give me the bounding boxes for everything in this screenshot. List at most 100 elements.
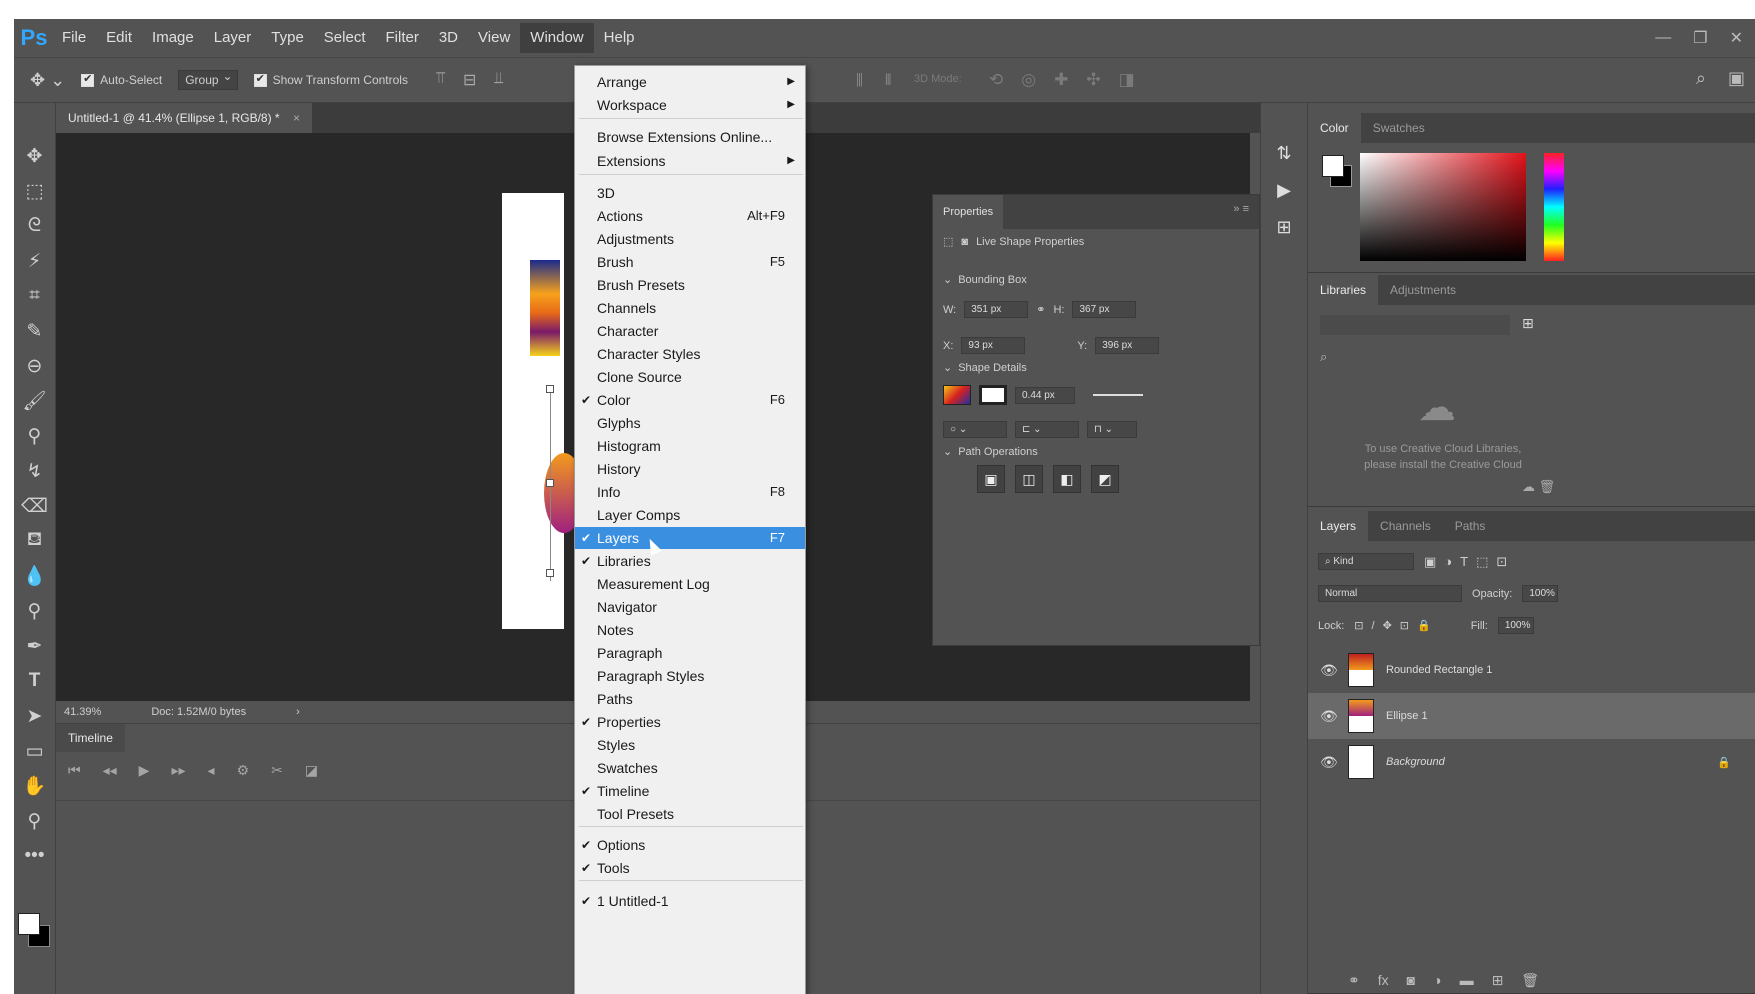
combine-shapes-icon[interactable]: ▣ — [977, 465, 1005, 493]
menu-item-info[interactable]: Info F8 — [575, 481, 805, 503]
lasso-icon[interactable]: ᘓ — [20, 215, 50, 237]
stroke-style-line[interactable] — [1093, 394, 1143, 396]
menu-item-clone-source[interactable]: Clone Source — [575, 366, 805, 388]
hue-slider[interactable] — [1544, 153, 1564, 261]
menu-item-adjustments[interactable]: Adjustments — [575, 228, 805, 250]
menu-item-history[interactable]: History — [575, 458, 805, 480]
brush-icon[interactable]: 🖌 — [20, 390, 50, 412]
menu-3d[interactable]: 3D — [429, 23, 468, 53]
menu-item-glyphs[interactable]: Glyphs — [575, 412, 805, 434]
3d-slide-icon[interactable]: ✣ — [1086, 70, 1100, 90]
history-panel-icon[interactable]: ⇅ — [1276, 143, 1291, 164]
menu-item-tools[interactable]: ✔ Tools — [575, 857, 805, 879]
move-tool-icon[interactable]: ✥ ⌄ — [30, 70, 65, 91]
marquee-icon[interactable]: ⬚ — [20, 180, 50, 202]
auto-select-checkbox[interactable]: Auto-Select — [81, 72, 162, 87]
actions-play-icon[interactable]: ▶ — [1277, 180, 1291, 201]
transition-icon[interactable]: ◪ — [305, 762, 318, 779]
next-frame-icon[interactable]: ▸▸ — [171, 762, 185, 779]
subtract-shape-icon[interactable]: ◫ — [1015, 465, 1043, 493]
fx-icon[interactable]: fx — [1378, 972, 1389, 989]
menu-item-browse-extensions-online[interactable]: Browse Extensions Online... — [575, 126, 805, 148]
delete-layer-icon[interactable]: 🗑 — [1521, 972, 1539, 989]
new-group-icon[interactable]: ▬ — [1460, 972, 1474, 989]
transform-handle[interactable] — [546, 479, 554, 487]
stroke-swatch[interactable] — [979, 385, 1007, 405]
layer-row[interactable]: 👁 Ellipse 1 — [1308, 693, 1755, 739]
blur-icon[interactable]: 💧 — [20, 565, 50, 587]
lock-icons[interactable]: ⊡/✥⊡🔒 — [1354, 619, 1438, 632]
menu-item-tool-presets[interactable]: Tool Presets — [575, 803, 805, 825]
doc-info[interactable]: Doc: 1.52M/0 bytes — [151, 706, 246, 718]
menu-item-extensions[interactable]: Extensions ▶ — [575, 150, 805, 172]
menu-item-properties[interactable]: ✔ Properties — [575, 711, 805, 733]
menu-item-layers[interactable]: ✔ Layers F7 — [575, 527, 805, 549]
eraser-icon[interactable]: ⌫ — [20, 495, 50, 517]
tab-paths[interactable]: Paths — [1443, 511, 1498, 541]
properties-tab[interactable]: Properties — [933, 195, 1004, 229]
align-bottom-icon[interactable]: ⫫ — [494, 70, 503, 90]
distribute-spacing-icon[interactable]: ⦀ — [885, 72, 892, 89]
menu-item-brush-presets[interactable]: Brush Presets — [575, 274, 805, 296]
pen-icon[interactable]: ✒ — [20, 635, 50, 657]
menu-view[interactable]: View — [468, 23, 520, 53]
menu-file[interactable]: File — [52, 23, 96, 53]
menu-help[interactable]: Help — [594, 23, 645, 53]
blend-mode-dropdown[interactable]: Normal — [1318, 585, 1462, 602]
menu-window[interactable]: Window — [520, 23, 594, 53]
path-select-icon[interactable]: ➤ — [20, 705, 50, 727]
show-transform-checkbox[interactable]: Show Transform Controls — [253, 72, 408, 87]
layer-row[interactable]: 👁 Rounded Rectangle 1 — [1308, 647, 1755, 693]
menu-item-paths[interactable]: Paths — [575, 688, 805, 710]
properties-panel-icon[interactable]: ⊞ — [1276, 217, 1291, 238]
zoom-icon[interactable]: ⚲ — [20, 810, 50, 832]
rounded-rectangle-shape[interactable] — [530, 260, 560, 356]
distribute-icon[interactable]: ⫼ — [856, 72, 863, 89]
menu-item-actions[interactable]: Actions Alt+F9 — [575, 205, 805, 227]
menu-item-histogram[interactable]: Histogram — [575, 435, 805, 457]
history-brush-icon[interactable]: ↯ — [20, 460, 50, 482]
foreground-color-swatch[interactable] — [18, 913, 40, 935]
link-icon[interactable]: ⚭ — [1036, 303, 1045, 316]
menu-item-measurement-log[interactable]: Measurement Log — [575, 573, 805, 595]
align-stroke-dropdown[interactable]: ○ ⌄ — [943, 421, 1007, 438]
align-top-icon[interactable]: ⫪ — [436, 70, 445, 90]
visibility-eye-icon[interactable]: 👁 — [1320, 708, 1338, 725]
transform-handle[interactable] — [546, 569, 554, 577]
menu-item-color[interactable]: ✔ Color F6 — [575, 389, 805, 411]
visibility-eye-icon[interactable]: 👁 — [1320, 754, 1338, 771]
prev-frame-icon[interactable]: ◂◂ — [103, 762, 117, 779]
menu-item-navigator[interactable]: Navigator — [575, 596, 805, 618]
type-icon[interactable]: T — [20, 670, 50, 692]
tab-channels[interactable]: Channels — [1368, 511, 1443, 541]
search-icon[interactable]: ⌕ — [1696, 68, 1706, 89]
3d-pan-icon[interactable]: ✚ — [1054, 70, 1068, 90]
menu-item-3d[interactable]: 3D — [575, 182, 805, 204]
menu-item-channels[interactable]: Channels — [575, 297, 805, 319]
visibility-eye-icon[interactable]: 👁 — [1320, 662, 1338, 679]
x-field[interactable]: 93 px — [961, 337, 1026, 354]
grid-view-icon[interactable]: ⊞ — [1522, 315, 1534, 332]
menu-item-styles[interactable]: Styles — [575, 734, 805, 756]
menu-edit[interactable]: Edit — [96, 23, 142, 53]
fill-swatch[interactable] — [943, 385, 971, 405]
align-middle-icon[interactable]: ⊟ — [463, 70, 476, 90]
eyedropper-icon[interactable]: ✎ — [20, 320, 50, 342]
new-layer-icon[interactable]: ⊞ — [1492, 972, 1504, 989]
first-frame-icon[interactable]: ⏮ — [68, 762, 81, 779]
menu-item-paragraph[interactable]: Paragraph — [575, 642, 805, 664]
menu-item-timeline[interactable]: ✔ Timeline — [575, 780, 805, 802]
opacity-field[interactable]: 100% — [1522, 585, 1559, 602]
shape-icon[interactable]: ▭ — [20, 740, 50, 762]
bounding-box-section[interactable]: ⌄ Bounding Box — [943, 273, 1027, 287]
tab-adjustments[interactable]: Adjustments — [1378, 275, 1468, 305]
settings-icon[interactable]: ⚙ — [237, 762, 250, 779]
menu-item-options[interactable]: ✔ Options — [575, 834, 805, 856]
library-sync-icon[interactable]: ☁ 🗑 — [1522, 479, 1555, 495]
menu-item-workspace[interactable]: Workspace ▶ — [575, 94, 805, 116]
zoom-level[interactable]: 41.39% — [64, 706, 101, 718]
stamp-icon[interactable]: ⚲ — [20, 425, 50, 447]
tab-libraries[interactable]: Libraries — [1308, 275, 1379, 305]
exclude-shape-icon[interactable]: ◩ — [1091, 465, 1119, 493]
menu-item-paragraph-styles[interactable]: Paragraph Styles — [575, 665, 805, 687]
